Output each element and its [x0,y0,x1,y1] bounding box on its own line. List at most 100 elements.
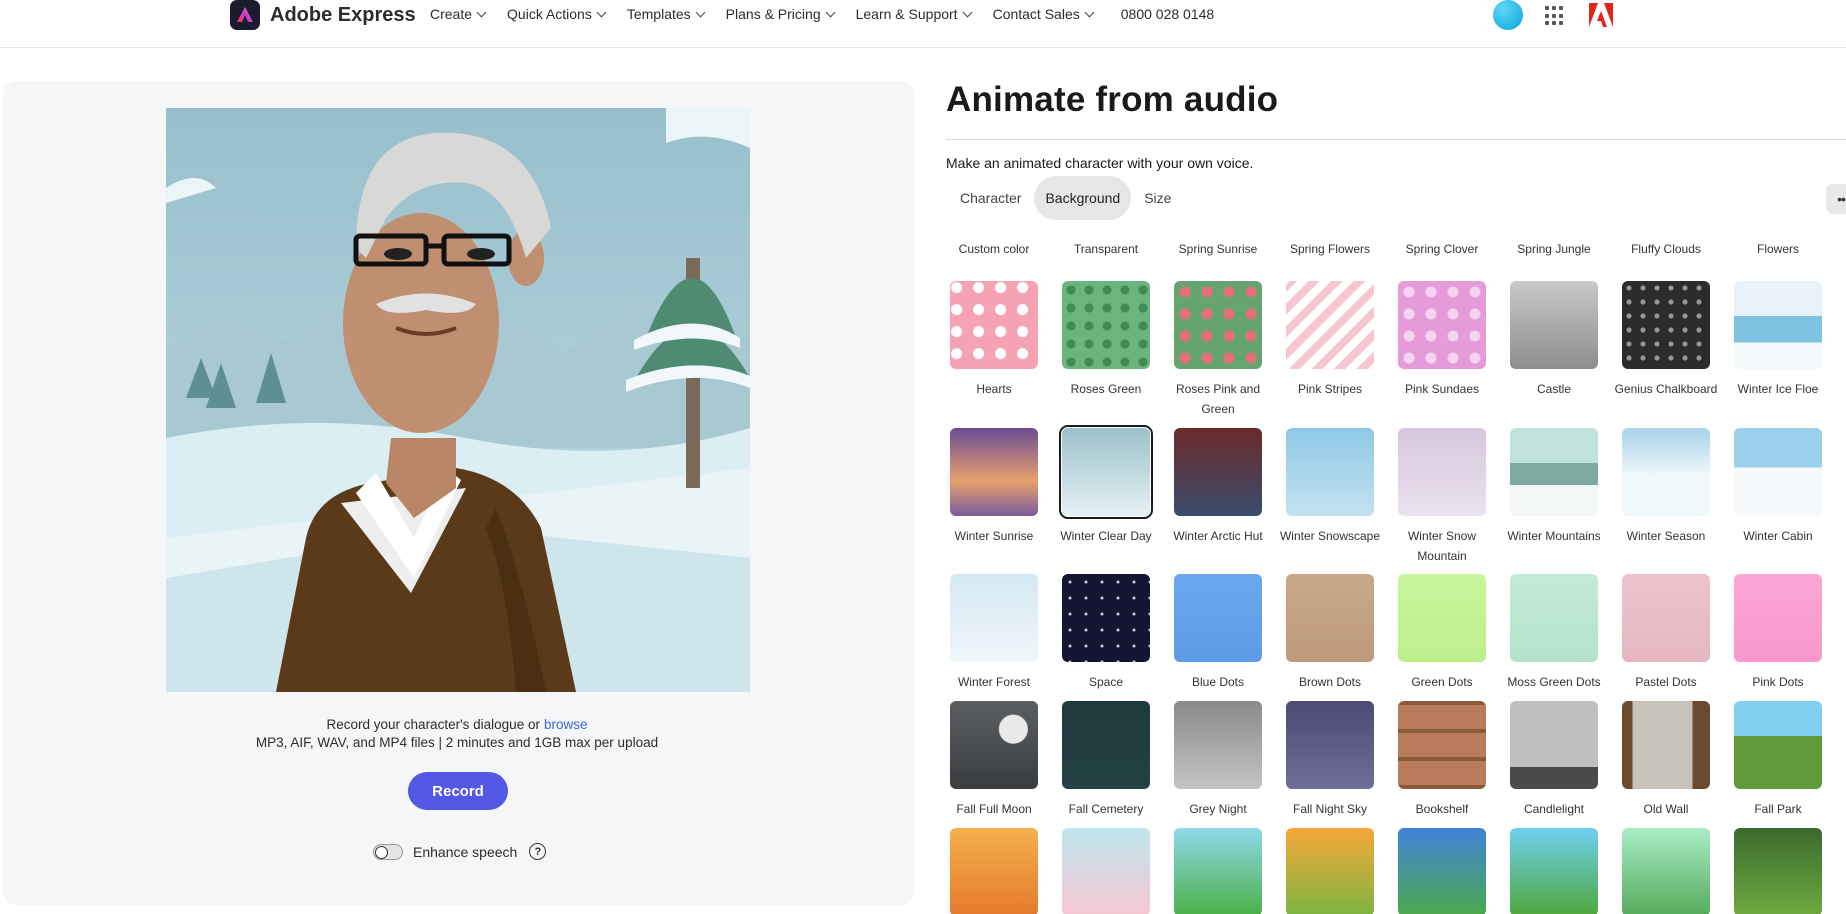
background-option-winter-season[interactable]: Winter Season [1610,428,1722,546]
background-option-partial[interactable] [1274,828,1386,914]
background-option-pink-stripes[interactable]: Pink Stripes [1274,281,1386,399]
nav-quick-actions[interactable]: Quick Actions [507,6,607,22]
background-option-bookshelf[interactable]: Bookshelf [1386,701,1498,819]
background-option-hearts[interactable]: Hearts [950,281,1050,399]
background-option-fall-night-sky[interactable]: Fall Night Sky [1274,701,1386,819]
background-option-pastel-dots[interactable]: Pastel Dots [1610,574,1722,692]
brand-logo[interactable]: Adobe Express [230,0,416,30]
background-thumbnail [950,428,1038,516]
record-instructions: Record your character's dialogue or brows… [0,717,914,732]
background-option-flowers[interactable]: Flowers [1722,232,1834,259]
background-thumbnail [1734,281,1822,369]
background-option-moss-green-dots[interactable]: Moss Green Dots [1498,574,1610,692]
tab-size[interactable]: Size [1131,176,1184,220]
record-button[interactable]: Record [408,772,508,810]
background-option-fall-cemetery[interactable]: Fall Cemetery [1050,701,1162,819]
background-thumbnail [1510,574,1598,662]
background-option-brown-dots[interactable]: Brown Dots [1274,574,1386,692]
character-preview [166,108,750,692]
background-option-winter-mountains[interactable]: Winter Mountains [1498,428,1610,546]
background-option-pink-sundaes[interactable]: Pink Sundaes [1386,281,1498,399]
nav-plans-pricing-label: Plans & Pricing [725,6,821,22]
background-label: Winter Season [1626,529,1706,543]
background-thumbnail [1734,428,1822,516]
nav-phone-number[interactable]: 0800 028 0148 [1121,6,1214,22]
background-thumbnail [1286,701,1374,789]
background-option-genius-chalkboard[interactable]: Genius Chalkboard [1610,281,1722,399]
background-thumbnail [1398,281,1486,369]
background-option-spring-jungle[interactable]: Spring Jungle [1498,232,1610,259]
background-option-partial[interactable] [1722,828,1834,914]
background-thumbnail [1510,428,1598,516]
record-prompt-text: Record your character's dialogue or [326,717,540,732]
brand-name: Adobe Express [270,3,416,26]
nav-plans-pricing[interactable]: Plans & Pricing [725,6,836,22]
background-option-partial[interactable] [950,828,1050,914]
background-label: Transparent [1073,242,1139,256]
background-option-roses-pink-and-green[interactable]: Roses Pink and Green [1162,281,1274,419]
tab-background[interactable]: Background [1034,176,1132,220]
background-label: Fall Park [1754,802,1802,816]
help-icon[interactable]: ? [529,843,547,860]
tab-character[interactable]: Character [946,176,1034,220]
background-option-grey-night[interactable]: Grey Night [1162,701,1274,819]
background-option-roses-green[interactable]: Roses Green [1050,281,1162,399]
background-thumbnail [1398,574,1486,662]
background-option-candlelight[interactable]: Candlelight [1498,701,1610,819]
settings-tabs: Character Background Size [946,176,1184,220]
chevron-down-icon [825,7,836,17]
nav-contact-sales-label: Contact Sales [992,6,1080,22]
chevron-down-icon [476,7,487,17]
background-option-partial[interactable] [1162,828,1274,914]
background-option-pink-dots[interactable]: Pink Dots [1722,574,1834,692]
browse-link[interactable]: browse [544,717,588,732]
background-option-partial[interactable] [1498,828,1610,914]
more-options-button[interactable]: •• [1826,184,1846,214]
background-option-space[interactable]: Space [1050,574,1162,692]
background-thumbnail [1174,828,1262,914]
background-option-winter-clear-day[interactable]: Winter Clear Day [1050,425,1162,546]
enhance-speech-toggle[interactable] [373,843,403,860]
background-option-winter-sunrise[interactable]: Winter Sunrise [950,428,1050,546]
background-thumbnail [1622,574,1710,662]
background-thumbnail [1622,701,1710,789]
background-option-spring-clover[interactable]: Spring Clover [1386,232,1498,259]
background-option-winter-cabin[interactable]: Winter Cabin [1722,428,1834,546]
background-option-partial[interactable] [1386,828,1498,914]
nav-create[interactable]: Create [430,6,487,22]
background-option-winter-ice-floe[interactable]: Winter Ice Floe [1722,281,1834,399]
background-thumbnail [1062,828,1150,914]
background-option-spring-sunrise[interactable]: Spring Sunrise [1162,232,1274,259]
background-option-fall-park[interactable]: Fall Park [1722,701,1834,819]
background-option-winter-arctic-hut[interactable]: Winter Arctic Hut [1162,428,1274,546]
background-option-partial[interactable] [1050,828,1162,914]
background-option-partial[interactable] [1610,828,1722,914]
nav-menu: Create Quick Actions Templates Plans & P… [430,6,1236,22]
background-option-custom-color[interactable]: Custom color [950,232,1050,259]
app-switcher-grid-icon[interactable] [1545,6,1565,26]
background-label: Winter Cabin [1743,529,1813,543]
background-label: Winter Snowscape [1279,529,1381,543]
background-label: Spring Jungle [1517,242,1591,256]
background-option-winter-snow-mountain[interactable]: Winter Snow Mountain [1386,428,1498,566]
background-option-fluffy-clouds[interactable]: Fluffy Clouds [1610,232,1722,259]
background-option-winter-forest[interactable]: Winter Forest [950,574,1050,692]
background-label: Winter Clear Day [1060,529,1152,543]
nav-contact-sales[interactable]: Contact Sales [992,6,1095,22]
background-option-old-wall[interactable]: Old Wall [1610,701,1722,819]
background-option-blue-dots[interactable]: Blue Dots [1162,574,1274,692]
background-option-spring-flowers[interactable]: Spring Flowers [1274,232,1386,259]
avatar[interactable] [1493,0,1523,30]
background-option-green-dots[interactable]: Green Dots [1386,574,1498,692]
nav-templates[interactable]: Templates [627,6,706,22]
background-option-fall-full-moon[interactable]: Fall Full Moon [950,701,1050,819]
background-label: Winter Snow Mountain [1407,529,1477,563]
background-option-transparent[interactable]: Transparent [1050,232,1162,259]
nav-learn-support[interactable]: Learn & Support [856,6,973,22]
background-option-castle[interactable]: Castle [1498,281,1610,399]
background-thumbnail [1734,701,1822,789]
background-option-winter-snowscape[interactable]: Winter Snowscape [1274,428,1386,546]
adobe-logo-icon[interactable] [1588,2,1614,28]
title-divider [946,139,1846,140]
background-thumbnail [1174,281,1262,369]
